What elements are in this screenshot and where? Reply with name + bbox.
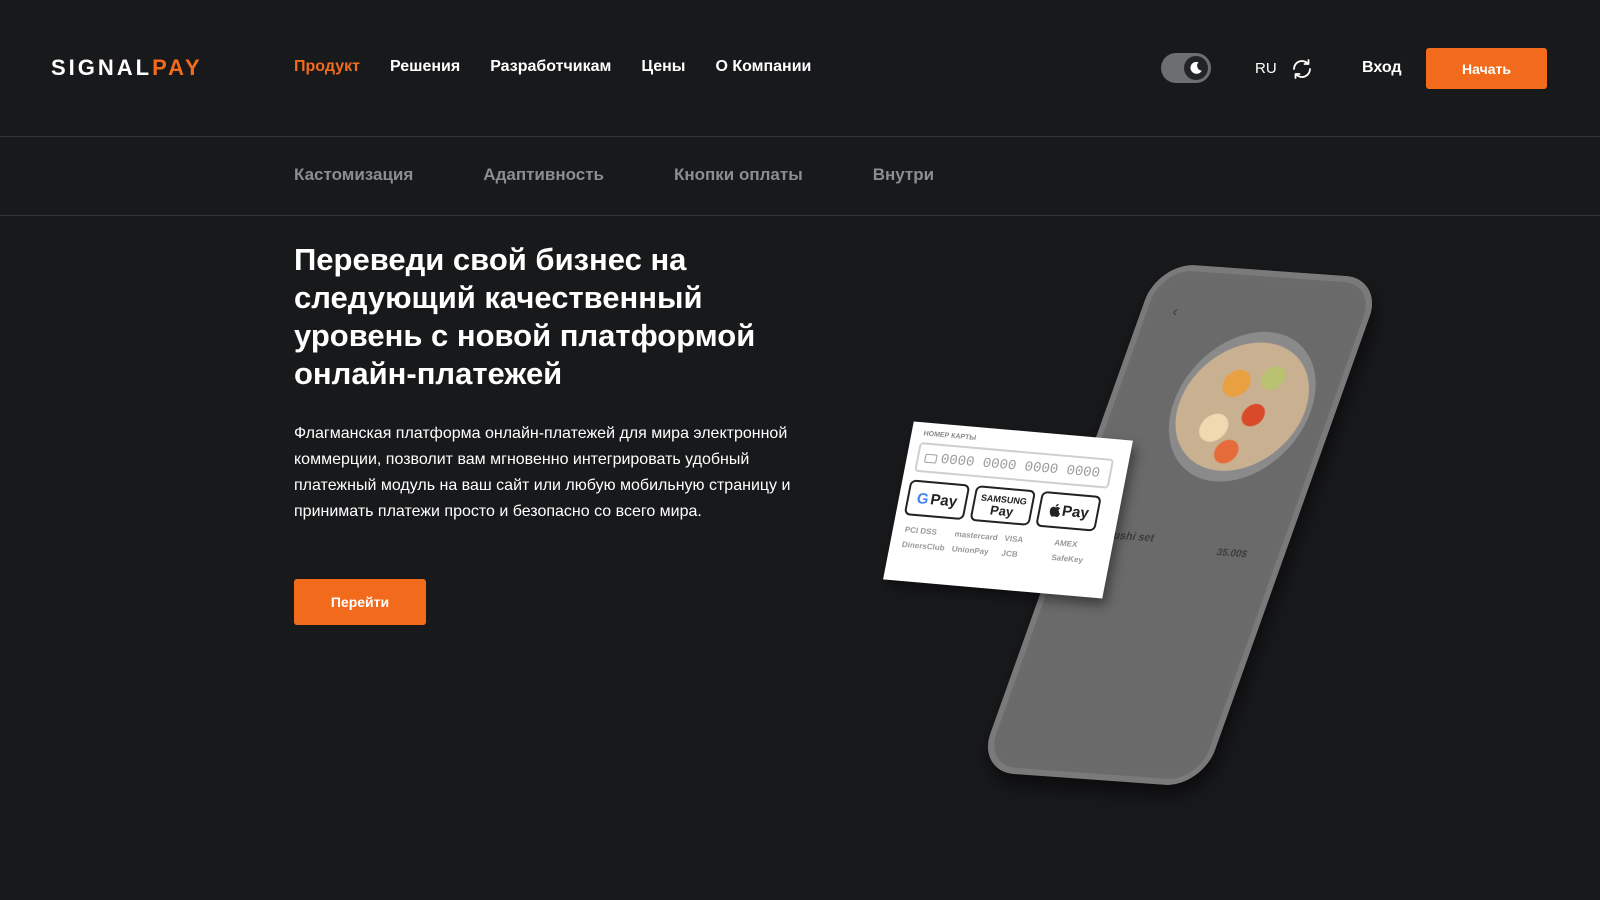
google-pay-label: Pay [928,490,959,510]
sushi-plate-image [1147,326,1338,487]
landing-page: SIGNAL PAY Продукт Решения Разработчикам … [0,0,1600,900]
nav-item-company[interactable]: О Компании [715,58,811,76]
sub-nav: Кастомизация Адаптивность Кнопки оплаты … [0,137,1600,216]
apple-icon [1049,503,1060,518]
credit-card-icon [924,453,938,464]
apple-pay-button: Pay [1035,490,1102,532]
hero-illustration: ‹ Sushi set 35.00$ НОМЕР КАРТЫ 0000 0000… [880,260,1400,800]
product-price: 35.00$ [1214,547,1249,561]
google-icon: G [915,489,931,508]
refresh-icon[interactable] [1290,57,1314,81]
start-button[interactable]: Начать [1426,48,1547,89]
sub-nav-items: Кастомизация Адаптивность Кнопки оплаты … [294,165,934,185]
sub-nav-item-inside[interactable]: Внутри [873,165,934,185]
samsung-pay-button: SAMSUNG Pay [969,485,1037,526]
sub-nav-item-payment-buttons[interactable]: Кнопки оплаты [674,165,803,185]
logo-pay-text: PAY [152,55,203,80]
nav-item-product[interactable]: Продукт [294,58,360,76]
card-number-placeholder: 0000 0000 0000 0000 [939,452,1102,482]
card-logo: SafeKey [1050,553,1084,565]
hero-title: Переведи свой бизнес на следующий качест… [294,242,756,391]
moon-icon [1190,61,1202,74]
site-header: SIGNAL PAY Продукт Решения Разработчикам … [0,0,1600,137]
card-logo: UnionPay [950,544,990,557]
security-logos: PCI DSS mastercard VISA AMEX DinersClub … [901,525,1105,566]
wallet-buttons: G Pay SAMSUNG Pay Pay [903,479,1102,532]
nav-item-pricing[interactable]: Цены [641,58,685,76]
card-logo: mastercard [953,529,999,543]
nav-item-solutions[interactable]: Решения [390,58,460,76]
card-logo: VISA [1003,533,1024,545]
theme-toggle-knob [1184,56,1208,80]
apple-pay-label: Pay [1060,502,1091,522]
chevron-left-icon: ‹ [1170,302,1181,320]
theme-toggle[interactable] [1161,53,1211,83]
logo-signal-text: SIGNAL [51,55,153,80]
card-logo: PCI DSS [904,525,938,537]
hero-description: Флагманская платформа онлайн-платежей дл… [294,425,791,520]
card-logo: DinersClub [901,539,946,553]
language-switcher[interactable]: RU [1255,60,1277,77]
main-nav: Продукт Решения Разработчикам Цены О Ком… [294,58,811,76]
sub-nav-item-customization[interactable]: Кастомизация [294,165,413,185]
card-number-label: НОМЕР КАРТЫ [922,430,977,442]
samsung-pay-line2: Pay [988,502,1015,520]
google-pay-button: G Pay [903,479,971,521]
card-logo: AMEX [1053,538,1079,550]
nav-item-developers[interactable]: Разработчикам [490,58,611,76]
sub-nav-item-adaptivity[interactable]: Адаптивность [483,165,604,185]
login-link[interactable]: Вход [1362,59,1402,77]
payment-form-card: НОМЕР КАРТЫ 0000 0000 0000 0000 G Pay SA… [883,421,1133,599]
card-logo: JCB [1000,548,1019,559]
signalpay-logo[interactable]: SIGNAL PAY [51,55,203,81]
go-button[interactable]: Перейти [294,579,426,625]
